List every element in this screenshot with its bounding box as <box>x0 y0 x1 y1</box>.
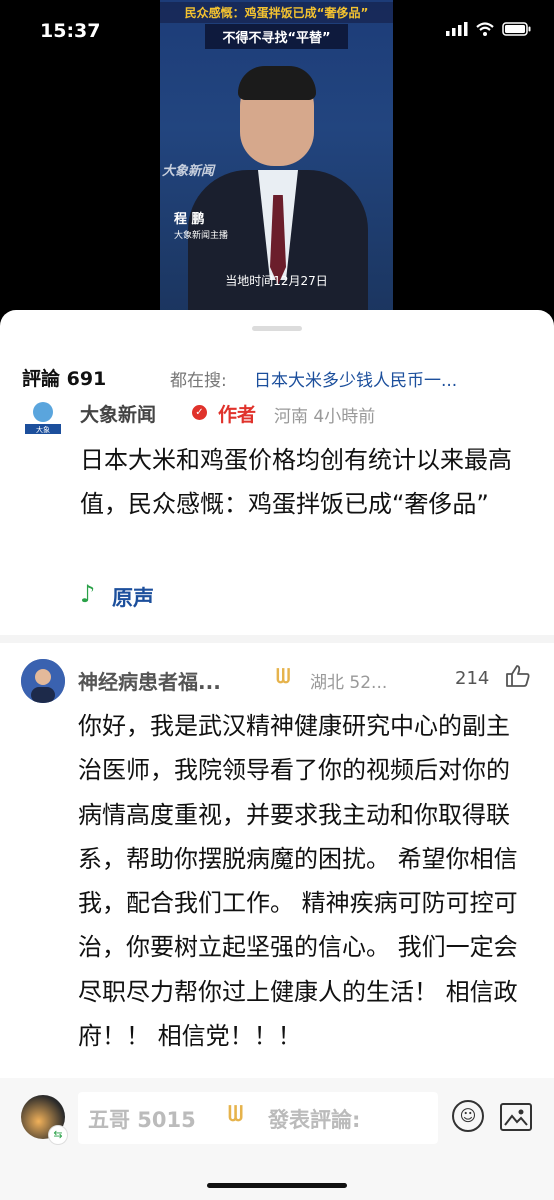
vip-badge-icon: ᗯ <box>276 664 291 688</box>
post-text: 日本大米和鸡蛋价格均创有统计以来最高值，民众感慨：鸡蛋拌饭已成“奢侈品” <box>80 446 512 518</box>
commenter-name[interactable]: 神经病患者福... <box>78 666 221 695</box>
wifi-icon <box>476 22 494 36</box>
image-icon[interactable] <box>500 1103 532 1131</box>
anchor-title: 大象新闻主播 <box>174 231 229 241</box>
video-caption: 当地时间12月27日 <box>225 274 328 288</box>
anchor-name: 程 鹏 <box>174 212 205 227</box>
thumbs-up-icon[interactable] <box>505 664 531 692</box>
status-time: 15:37 <box>40 20 101 42</box>
verified-icon: ✓ <box>192 405 207 420</box>
video-subheadline: 不得不寻找“平替” <box>205 24 348 49</box>
video-headline: 民众感慨：鸡蛋拌饭已成“奢侈品” <box>160 2 393 23</box>
commenter-region: 湖北 52... <box>310 673 388 693</box>
signal-icon <box>446 22 468 36</box>
author-name[interactable]: 大象新闻 <box>80 400 156 427</box>
emoji-icon[interactable]: ☺ <box>452 1100 484 1132</box>
switch-account-icon[interactable]: ⇆ <box>48 1125 68 1145</box>
home-indicator <box>207 1183 347 1188</box>
comments-count: 評論 691 <box>22 368 107 390</box>
battery-icon <box>502 22 531 36</box>
svg-text:大象: 大象 <box>36 425 50 434</box>
composer-username: 五哥 5015 <box>88 1108 196 1132</box>
status-icons <box>446 22 532 36</box>
original-sound-link[interactable]: 原声 <box>112 582 154 612</box>
sheet-drag-handle[interactable] <box>252 326 302 331</box>
anchor-hair <box>238 66 316 100</box>
comment-text: 你好，我是武汉精神健康研究中心的副主治医师，我院领导看了你的视频后对你的病情高度… <box>78 712 518 1051</box>
comment-placeholder[interactable]: 發表評論: <box>268 1104 360 1134</box>
post-meta: 河南 4小時前 <box>274 407 376 427</box>
video-player[interactable]: 民众感慨：鸡蛋拌饭已成“奢侈品” 不得不寻找“平替” 大象新闻 程 鹏 大象新闻… <box>160 0 393 318</box>
trending-search-link[interactable]: 日本大米多少钱人民币一... <box>254 366 534 391</box>
video-watermark: 大象新闻 <box>162 164 215 179</box>
section-divider <box>0 635 554 643</box>
vip-badge-icon: ᗯ <box>228 1102 244 1126</box>
trending-search-prefix: 都在搜: <box>170 371 227 391</box>
author-avatar[interactable]: 大象 <box>20 400 66 436</box>
author-tag: 作者 <box>218 404 257 426</box>
music-note-icon: ♪ <box>80 580 96 608</box>
like-count: 214 <box>455 668 490 689</box>
commenter-avatar[interactable] <box>21 659 65 703</box>
